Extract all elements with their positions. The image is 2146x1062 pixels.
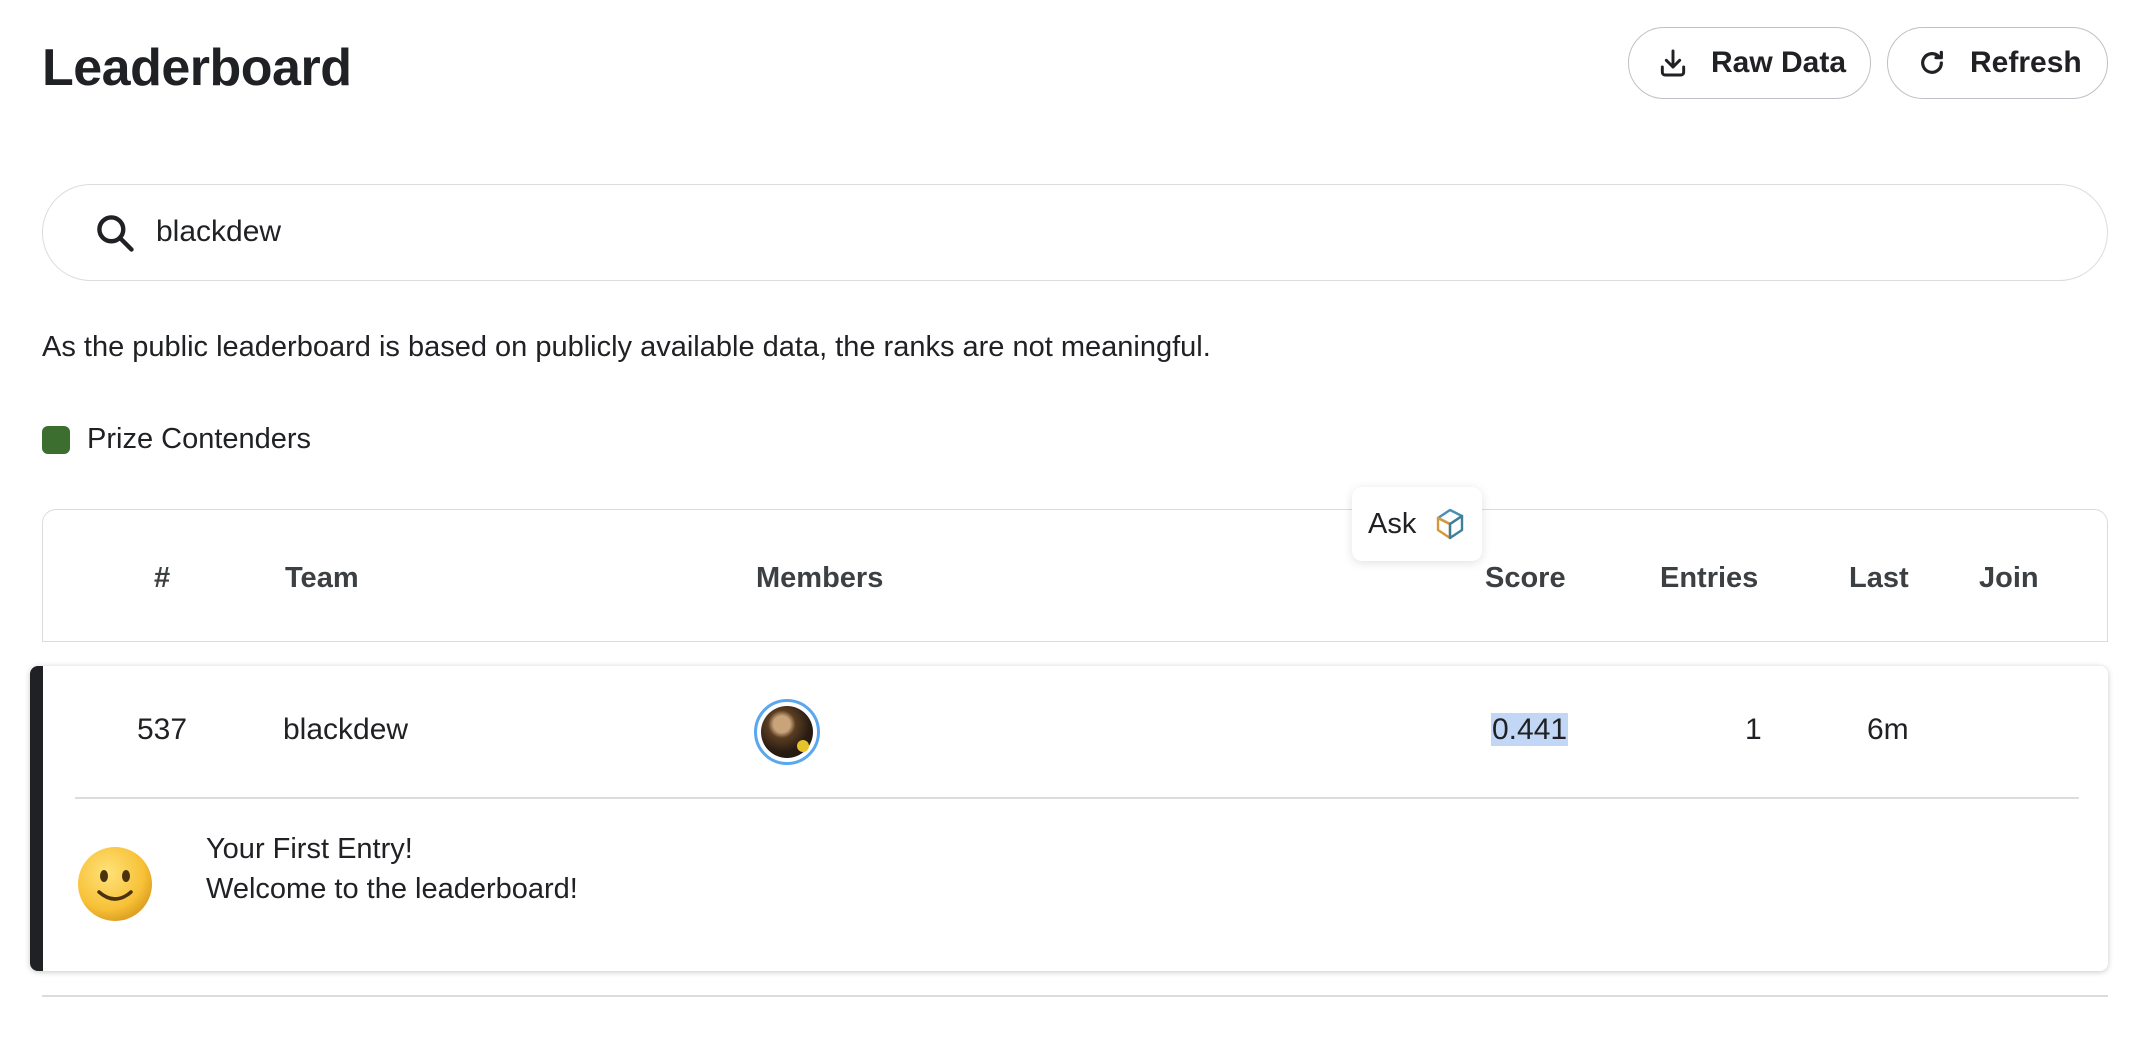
first-entry-title: Your First Entry! — [206, 833, 413, 865]
download-icon — [1660, 49, 1686, 77]
legend-label: Prize Contenders — [87, 423, 312, 455]
leaderboard-notice: As the public leaderboard is based on pu… — [42, 331, 1211, 363]
member-avatar[interactable] — [754, 699, 820, 765]
legend: Prize Contenders — [42, 423, 311, 456]
row-entries: 1 — [1745, 713, 1762, 746]
gemini-spark-icon — [1437, 508, 1464, 540]
column-members[interactable]: Members — [756, 562, 883, 595]
raw-data-button[interactable]: Raw Data — [1628, 27, 1871, 99]
search-input[interactable] — [156, 209, 1956, 255]
score-value: 0.441 — [1491, 713, 1569, 746]
smiley-icon — [78, 847, 152, 921]
row-last: 6m — [1867, 713, 1909, 746]
search-icon — [97, 215, 134, 252]
table-bottom-divider — [42, 995, 2108, 997]
column-team[interactable]: Team — [285, 562, 359, 595]
ask-button[interactable]: Ask — [1352, 487, 1482, 561]
table-header: # Team Members Score Entries Last Join — [42, 509, 2108, 642]
column-score[interactable]: Score — [1485, 562, 1566, 595]
row-score: 0.441 — [1491, 713, 1569, 747]
table-row[interactable]: 537 blackdew 0.441 1 6m Your First Entry… — [30, 666, 2108, 971]
row-team[interactable]: blackdew — [283, 713, 408, 747]
prize-contender-swatch — [42, 425, 70, 454]
row-rank: 537 — [137, 713, 188, 746]
search-bar[interactable] — [42, 184, 2108, 281]
row-highlight-bar — [30, 666, 43, 971]
page-title: Leaderboard — [42, 39, 352, 97]
column-entries[interactable]: Entries — [1660, 562, 1758, 595]
refresh-button[interactable]: Refresh — [1887, 27, 2108, 99]
avatar-image — [761, 706, 813, 758]
refresh-label: Refresh — [1970, 46, 2082, 79]
first-entry-subtitle: Welcome to the leaderboard! — [206, 873, 578, 905]
ask-label: Ask — [1368, 507, 1417, 540]
raw-data-label: Raw Data — [1711, 46, 1847, 79]
row-divider — [75, 797, 2079, 799]
column-rank[interactable]: # — [154, 562, 170, 595]
column-last[interactable]: Last — [1849, 562, 1909, 595]
refresh-icon — [1921, 50, 1943, 74]
column-join[interactable]: Join — [1979, 562, 2039, 595]
